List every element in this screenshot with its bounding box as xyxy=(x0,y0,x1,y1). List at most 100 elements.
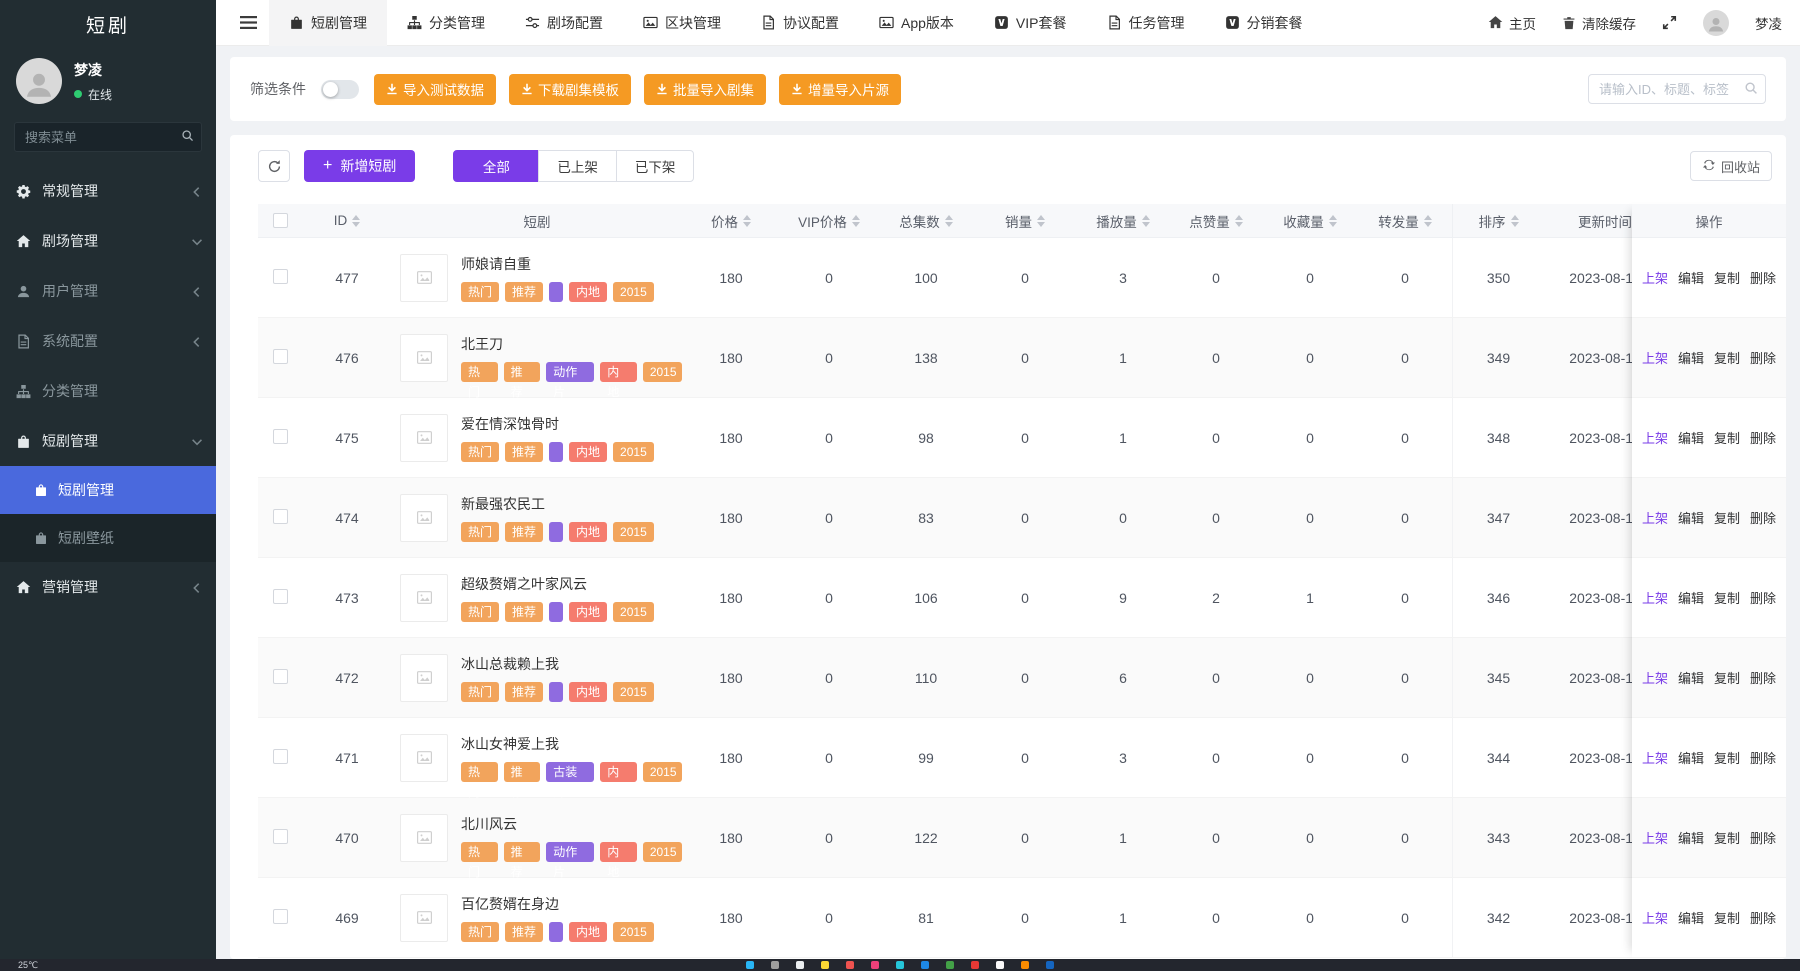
column-header[interactable]: 销量 xyxy=(974,211,1076,231)
search-icon[interactable] xyxy=(1744,81,1758,100)
sidebar-item[interactable]: 常规管理 xyxy=(0,166,216,216)
action-publish[interactable]: 上架 xyxy=(1642,348,1668,367)
import-button[interactable]: 导入测试数据 xyxy=(374,74,496,105)
taskbar-app-icon[interactable] xyxy=(1021,961,1029,969)
action-edit[interactable]: 编辑 xyxy=(1678,508,1704,527)
top-tab[interactable]: App版本 xyxy=(859,0,974,46)
row-checkbox[interactable] xyxy=(273,909,288,924)
row-checkbox[interactable] xyxy=(273,589,288,604)
column-header[interactable]: 播放量 xyxy=(1076,211,1170,231)
action-publish[interactable]: 上架 xyxy=(1642,748,1668,767)
taskbar-app-icon[interactable] xyxy=(921,961,929,969)
taskbar-app-icon[interactable] xyxy=(846,961,854,969)
action-edit[interactable]: 编辑 xyxy=(1678,588,1704,607)
taskbar-app-icon[interactable] xyxy=(946,961,954,969)
action-edit[interactable]: 编辑 xyxy=(1678,668,1704,687)
column-header[interactable]: ID xyxy=(302,213,392,228)
sidebar-subitem-active[interactable]: 短剧管理 xyxy=(0,466,216,514)
action-publish[interactable]: 上架 xyxy=(1642,908,1668,927)
sidebar-search-input[interactable] xyxy=(14,122,202,152)
action-copy[interactable]: 复制 xyxy=(1714,588,1740,607)
action-publish[interactable]: 上架 xyxy=(1642,828,1668,847)
filter-toggle[interactable] xyxy=(321,80,359,99)
action-delete[interactable]: 删除 xyxy=(1750,428,1776,447)
taskbar-app-icon[interactable] xyxy=(821,961,829,969)
recycle-bin-button[interactable]: 回收站 xyxy=(1690,151,1772,181)
status-tab[interactable]: 已下架 xyxy=(616,150,695,182)
search-icon[interactable] xyxy=(181,129,194,147)
sidebar-subitem[interactable]: 短剧壁纸 xyxy=(0,514,216,562)
action-publish[interactable]: 上架 xyxy=(1642,668,1668,687)
select-all-checkbox[interactable] xyxy=(273,213,288,228)
topbar-avatar[interactable] xyxy=(1703,10,1729,36)
action-copy[interactable]: 复制 xyxy=(1714,908,1740,927)
action-edit[interactable]: 编辑 xyxy=(1678,748,1704,767)
top-tab[interactable]: 短剧管理 xyxy=(269,0,387,46)
taskbar-app-icon[interactable] xyxy=(871,961,879,969)
top-tab[interactable]: 分销套餐 xyxy=(1205,0,1323,46)
action-delete[interactable]: 删除 xyxy=(1750,828,1776,847)
action-copy[interactable]: 复制 xyxy=(1714,668,1740,687)
row-checkbox[interactable] xyxy=(273,669,288,684)
action-delete[interactable]: 删除 xyxy=(1750,668,1776,687)
action-delete[interactable]: 删除 xyxy=(1750,268,1776,287)
row-checkbox[interactable] xyxy=(273,269,288,284)
sidebar-item[interactable]: 短剧管理 xyxy=(0,416,216,466)
status-tab[interactable]: 全部 xyxy=(453,150,539,182)
refresh-button[interactable] xyxy=(258,150,290,182)
taskbar-app-icon[interactable] xyxy=(796,961,804,969)
top-tab[interactable]: 区块管理 xyxy=(623,0,741,46)
taskbar-app-icon[interactable] xyxy=(746,961,754,969)
topbar-username[interactable]: 梦凌 xyxy=(1755,13,1782,33)
row-checkbox[interactable] xyxy=(273,509,288,524)
hamburger-icon[interactable] xyxy=(228,15,269,30)
sidebar-item[interactable]: 分类管理 xyxy=(0,366,216,416)
top-tab[interactable]: 任务管理 xyxy=(1087,0,1205,46)
action-delete[interactable]: 删除 xyxy=(1750,348,1776,367)
action-edit[interactable]: 编辑 xyxy=(1678,828,1704,847)
row-checkbox[interactable] xyxy=(273,349,288,364)
fullscreen-icon[interactable] xyxy=(1662,15,1677,30)
column-header[interactable]: 价格 xyxy=(682,211,780,231)
import-button[interactable]: 增量导入片源 xyxy=(779,74,901,105)
row-checkbox[interactable] xyxy=(273,749,288,764)
action-publish[interactable]: 上架 xyxy=(1642,428,1668,447)
top-tab[interactable]: 协议配置 xyxy=(741,0,859,46)
taskbar-app-icon[interactable] xyxy=(1046,961,1054,969)
taskbar-app-icon[interactable] xyxy=(896,961,904,969)
action-publish[interactable]: 上架 xyxy=(1642,508,1668,527)
import-button[interactable]: 下载剧集模板 xyxy=(509,74,631,105)
column-header[interactable]: 收藏量 xyxy=(1262,211,1358,231)
table-search-input[interactable] xyxy=(1588,74,1766,104)
action-delete[interactable]: 删除 xyxy=(1750,588,1776,607)
row-checkbox[interactable] xyxy=(273,429,288,444)
taskbar-app-icon[interactable] xyxy=(996,961,1004,969)
action-delete[interactable]: 删除 xyxy=(1750,908,1776,927)
taskbar-app-icon[interactable] xyxy=(771,961,779,969)
status-tab[interactable]: 已上架 xyxy=(538,150,617,182)
column-header[interactable]: 排序 xyxy=(1452,204,1544,237)
action-copy[interactable]: 复制 xyxy=(1714,348,1740,367)
action-edit[interactable]: 编辑 xyxy=(1678,268,1704,287)
column-header[interactable]: 总集数 xyxy=(878,211,974,231)
column-header[interactable]: 点赞量 xyxy=(1170,211,1262,231)
action-publish[interactable]: 上架 xyxy=(1642,588,1668,607)
action-delete[interactable]: 删除 xyxy=(1750,508,1776,527)
column-header[interactable]: 转发量 xyxy=(1358,211,1452,231)
action-copy[interactable]: 复制 xyxy=(1714,508,1740,527)
sidebar-item[interactable]: 剧场管理 xyxy=(0,216,216,266)
action-copy[interactable]: 复制 xyxy=(1714,268,1740,287)
home-link[interactable]: 主页 xyxy=(1488,13,1536,33)
action-copy[interactable]: 复制 xyxy=(1714,828,1740,847)
import-button[interactable]: 批量导入剧集 xyxy=(644,74,766,105)
top-tab[interactable]: VIP套餐 xyxy=(974,0,1087,46)
add-drama-button[interactable]: + 新增短剧 xyxy=(304,150,415,182)
column-header[interactable]: VIP价格 xyxy=(780,211,878,231)
action-copy[interactable]: 复制 xyxy=(1714,428,1740,447)
action-copy[interactable]: 复制 xyxy=(1714,748,1740,767)
top-tab[interactable]: 剧场配置 xyxy=(505,0,623,46)
sidebar-item[interactable]: 用户管理 xyxy=(0,266,216,316)
taskbar-app-icon[interactable] xyxy=(971,961,979,969)
row-checkbox[interactable] xyxy=(273,829,288,844)
top-tab[interactable]: 分类管理 xyxy=(387,0,505,46)
